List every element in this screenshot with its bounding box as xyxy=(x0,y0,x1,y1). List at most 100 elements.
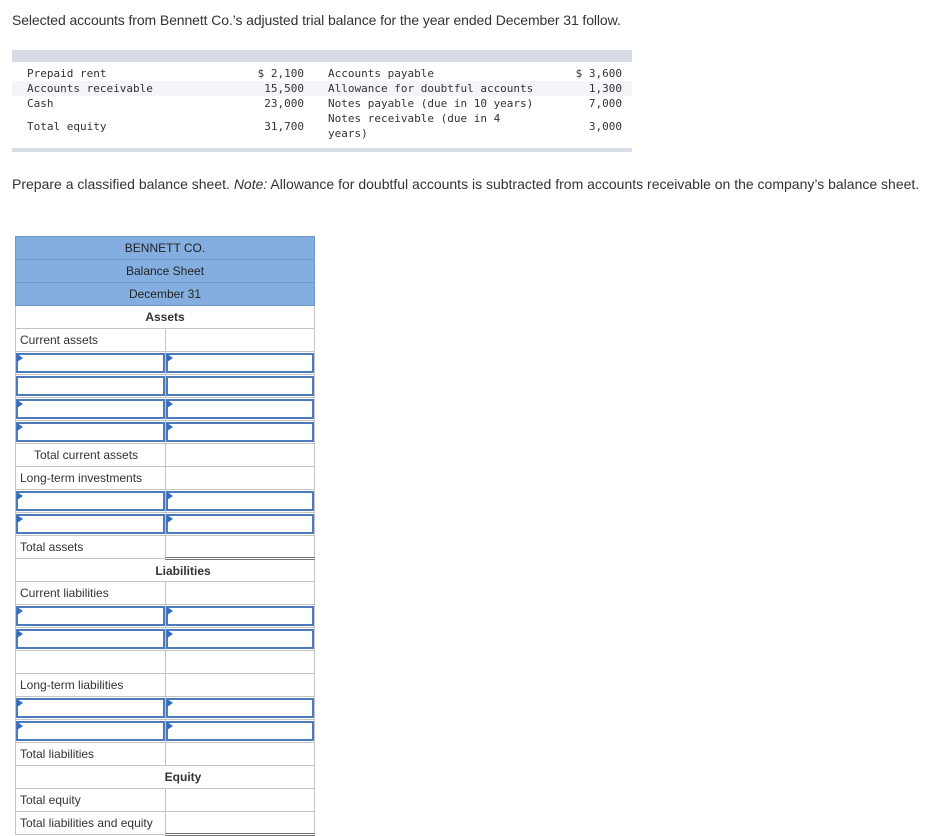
note-text: Allowance for doubtful accounts is subtr… xyxy=(267,176,920,192)
current-asset-row-4 xyxy=(15,420,315,444)
current-liabilities-label: Current liabilities xyxy=(15,581,166,605)
current-liabilities-blank xyxy=(164,581,315,605)
dropdown-arrow-icon xyxy=(17,423,23,431)
trial-balance-credit-accounts: Accounts payable Allowance for doubtful … xyxy=(328,66,533,141)
total-liabilities-equity-label: Total liabilities and equity xyxy=(15,811,166,835)
dropdown-arrow-icon xyxy=(166,400,173,408)
amount-input[interactable] xyxy=(164,420,315,444)
total-liabilities-equity-value xyxy=(164,811,315,836)
amount-notes-receivable: 3,000 xyxy=(588,120,622,133)
company-name: BENNETT CO. xyxy=(15,236,315,260)
account-select[interactable] xyxy=(15,512,166,536)
account-notes-receivable-cont: years) xyxy=(328,127,368,140)
account-select[interactable] xyxy=(15,696,166,720)
amount-input[interactable] xyxy=(164,696,315,720)
current-asset-row-3 xyxy=(15,397,315,421)
dropdown-arrow-icon xyxy=(166,354,173,362)
instructions: Prepare a classified balance sheet. Note… xyxy=(12,175,934,193)
dropdown-arrow-icon xyxy=(166,607,173,615)
current-liability-row-2 xyxy=(15,627,315,651)
note-label: Note: xyxy=(233,176,268,192)
account-select[interactable] xyxy=(15,604,166,628)
account-allowance-doubtful: Allowance for doubtful accounts xyxy=(328,82,534,95)
account-select[interactable] xyxy=(15,627,166,651)
long-term-investments-label: Long-term investments xyxy=(15,466,166,490)
account-select[interactable] xyxy=(15,719,166,743)
long-term-liabilities-blank xyxy=(164,673,315,697)
intro-text: Selected accounts from Bennett Co.’s adj… xyxy=(12,12,621,28)
amount-accounts-payable: $ 3,600 xyxy=(575,67,622,80)
current-asset-row-2 xyxy=(15,374,315,398)
dropdown-arrow-icon xyxy=(17,515,23,523)
investment-row-2 xyxy=(15,512,315,536)
account-prepaid-rent: Prepaid rent xyxy=(27,67,107,80)
account-select[interactable] xyxy=(15,397,166,421)
instructions-main: Prepare a classified balance sheet. xyxy=(12,176,234,192)
amount-prepaid-rent: $ 2,100 xyxy=(257,67,304,80)
account-total-equity: Total equity xyxy=(27,120,107,133)
long-term-liabilities-label: Long-term liabilities xyxy=(15,673,166,697)
amount-input[interactable] xyxy=(164,351,315,375)
liabilities-heading: Liabilities xyxy=(15,558,315,582)
account-notes-receivable: Notes receivable (due in 4 xyxy=(328,112,501,125)
amount-allowance-doubtful: 1,300 xyxy=(588,82,622,95)
account-select[interactable] xyxy=(15,374,166,398)
dropdown-arrow-icon xyxy=(17,607,23,615)
account-select[interactable] xyxy=(15,351,166,375)
amount-input[interactable] xyxy=(164,512,315,536)
dropdown-arrow-icon xyxy=(17,400,23,408)
dropdown-arrow-icon xyxy=(166,630,173,638)
amount-accounts-receivable: 15,500 xyxy=(264,82,304,95)
long-term-liability-row-1 xyxy=(15,696,315,720)
investment-row-1 xyxy=(15,489,315,513)
assets-heading: Assets xyxy=(15,305,315,329)
dropdown-arrow-icon xyxy=(17,354,23,362)
amount-cash: 23,000 xyxy=(264,97,304,110)
dropdown-arrow-icon xyxy=(17,630,23,638)
amount-notes-payable: 7,000 xyxy=(588,97,622,110)
trial-balance-debit-accounts: Prepaid rent Accounts receivable Cash Tot… xyxy=(27,66,153,134)
dropdown-arrow-icon xyxy=(166,515,173,523)
current-asset-row-1 xyxy=(15,351,315,375)
total-current-assets-value xyxy=(164,443,315,467)
statement-title: Balance Sheet xyxy=(15,259,315,283)
dropdown-arrow-icon xyxy=(166,699,173,707)
dropdown-arrow-icon xyxy=(166,423,173,431)
total-assets-label: Total assets xyxy=(15,535,166,559)
account-select[interactable] xyxy=(15,420,166,444)
dropdown-arrow-icon xyxy=(17,722,23,730)
amount-input[interactable] xyxy=(164,489,315,513)
total-assets-value xyxy=(164,535,315,560)
current-assets-blank xyxy=(164,328,315,352)
account-select[interactable] xyxy=(15,489,166,513)
account-cash: Cash xyxy=(27,97,54,110)
total-current-assets-label: Total current assets xyxy=(15,443,166,467)
amount-input[interactable] xyxy=(164,397,315,421)
total-liabilities-value xyxy=(164,742,315,766)
equity-heading: Equity xyxy=(15,765,315,789)
amount-input[interactable] xyxy=(164,604,315,628)
dropdown-arrow-icon xyxy=(17,699,23,707)
account-accounts-payable: Accounts payable xyxy=(328,67,434,80)
dropdown-arrow-icon xyxy=(166,492,173,500)
account-accounts-receivable: Accounts receivable xyxy=(27,82,153,95)
long-term-investments-blank xyxy=(164,466,315,490)
total-current-liabilities-value xyxy=(164,650,315,674)
balance-sheet-form: BENNETT CO. Balance Sheet December 31 As… xyxy=(15,236,315,836)
trial-balance-credit-amounts: $ 3,600 1,300 7,000 3,000 xyxy=(557,66,622,134)
amount-input[interactable] xyxy=(164,374,315,398)
current-liabilities-spacer xyxy=(15,650,166,674)
total-equity-label: Total equity xyxy=(15,788,166,812)
trial-balance-table: Prepaid rent Accounts receivable Cash Tot… xyxy=(12,50,632,152)
total-equity-value xyxy=(164,788,315,812)
amount-input[interactable] xyxy=(164,627,315,651)
dropdown-arrow-icon xyxy=(17,492,23,500)
account-notes-payable: Notes payable (due in 10 years) xyxy=(328,97,534,110)
amount-input[interactable] xyxy=(164,719,315,743)
dropdown-arrow-icon xyxy=(166,722,173,730)
long-term-liability-row-2 xyxy=(15,719,315,743)
current-assets-label: Current assets xyxy=(15,328,166,352)
current-liability-row-1 xyxy=(15,604,315,628)
total-liabilities-label: Total liabilities xyxy=(15,742,166,766)
trial-balance-debit-amounts: $ 2,100 15,500 23,000 31,700 xyxy=(227,66,304,134)
